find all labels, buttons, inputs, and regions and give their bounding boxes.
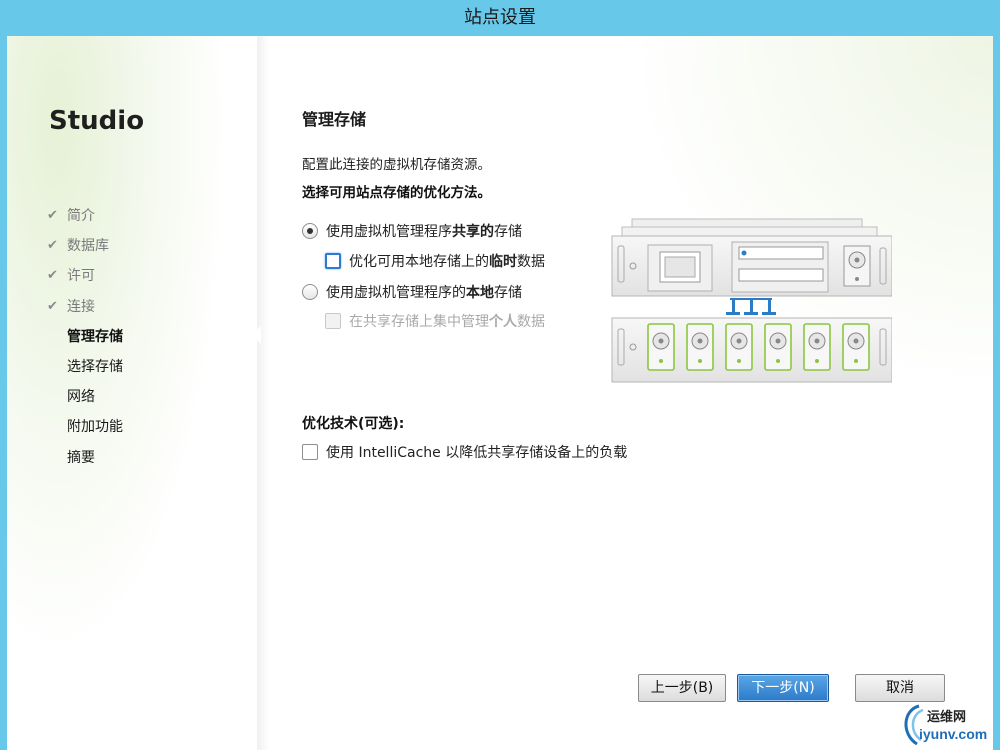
step-nav: ✔ 简介 ✔ 数据库 ✔ 许可 ✔ 连接 管理存储 选择存储 网络 附加功能 摘要 xyxy=(47,201,247,473)
radio-button-selected[interactable] xyxy=(302,223,318,239)
next-button[interactable]: 下一步(N) xyxy=(737,674,829,702)
checkbox[interactable] xyxy=(325,253,341,269)
checkbox-label: 在共享存储上集中管理个人数据 xyxy=(349,314,545,330)
checkbox[interactable] xyxy=(302,444,318,460)
step-license: ✔ 许可 xyxy=(47,261,247,291)
radio-label: 使用虚拟机管理程序的本地存储 xyxy=(326,285,522,301)
step-label: 简介 xyxy=(67,208,95,225)
checkbox-label: 使用 IntelliCache 以降低共享存储设备上的负载 xyxy=(326,445,628,461)
check-icon: ✔ xyxy=(47,238,58,254)
step-label: 连接 xyxy=(67,298,95,315)
checkbox-optimize-temp-data[interactable]: 优化可用本地存储上的临时数据 xyxy=(325,251,545,271)
watermark-url: iyunv.com xyxy=(919,726,988,742)
step-network: 网络 xyxy=(47,382,247,412)
step-intro: ✔ 简介 xyxy=(47,201,247,231)
wizard-client: Studio ✔ 简介 ✔ 数据库 ✔ 许可 ✔ 连接 管理存储 选择存储 网络 附加功… xyxy=(7,36,993,750)
optimization-section-title: 优化技术(可选): xyxy=(302,416,405,432)
optimization-prompt: 选择可用站点存储的优化方法。 xyxy=(302,185,491,201)
checkbox-disabled[interactable] xyxy=(325,313,341,329)
step-additional-features: 附加功能 xyxy=(47,412,247,442)
page-description: 配置此连接的虚拟机存储资源。 xyxy=(302,157,491,173)
check-icon: ✔ xyxy=(47,208,58,224)
radio-shared-storage[interactable]: 使用虚拟机管理程序共享的存储 xyxy=(302,221,522,241)
step-label: 管理存储 xyxy=(67,328,123,345)
radio-local-storage[interactable]: 使用虚拟机管理程序的本地存储 xyxy=(302,282,522,302)
step-select-storage: 选择存储 xyxy=(47,352,247,382)
back-button[interactable]: 上一步(B) xyxy=(638,674,726,702)
checkbox-personal-data[interactable]: 在共享存储上集中管理个人数据 xyxy=(325,311,545,331)
storage-illustration xyxy=(611,218,892,383)
watermark-cn: 运维网 xyxy=(927,710,967,725)
step-label: 数据库 xyxy=(67,238,109,255)
check-icon: ✔ xyxy=(47,268,58,284)
check-icon: ✔ xyxy=(47,298,58,314)
checkbox-label: 优化可用本地存储上的临时数据 xyxy=(349,254,545,270)
active-step-pointer xyxy=(251,326,261,344)
content-panel xyxy=(257,36,993,750)
page-title: 管理存储 xyxy=(302,110,367,129)
step-label: 许可 xyxy=(67,268,95,285)
studio-brand: Studio xyxy=(49,106,145,136)
step-summary: 摘要 xyxy=(47,443,247,473)
radio-label: 使用虚拟机管理程序共享的存储 xyxy=(326,224,522,240)
radio-button[interactable] xyxy=(302,284,318,300)
step-label: 选择存储 xyxy=(67,359,123,376)
sidebar-divider xyxy=(257,36,269,750)
step-connection: ✔ 连接 xyxy=(47,292,247,322)
step-database: ✔ 数据库 xyxy=(47,231,247,261)
window-title: 站点设置 xyxy=(0,0,1000,36)
site-watermark: 运维网 iyunv.com xyxy=(897,698,993,750)
checkbox-intellicache[interactable]: 使用 IntelliCache 以降低共享存储设备上的负载 xyxy=(302,442,627,462)
step-label: 网络 xyxy=(67,389,95,406)
step-label: 附加功能 xyxy=(67,419,123,436)
step-label: 摘要 xyxy=(67,449,95,466)
step-manage-storage: 管理存储 xyxy=(47,322,247,352)
